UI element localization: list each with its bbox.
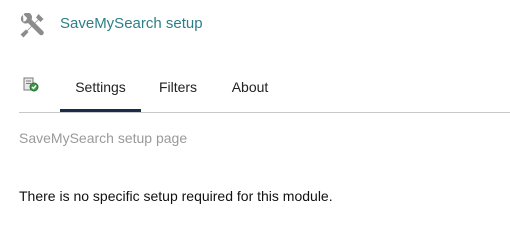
module-icon: [23, 77, 39, 93]
tab-bar: Settings Filters About: [0, 68, 510, 112]
tab-about[interactable]: About: [220, 68, 280, 112]
tools-icon: [19, 12, 45, 39]
page-title: SaveMySearch setup: [60, 15, 203, 32]
tab-settings[interactable]: Settings: [60, 68, 141, 112]
tabs-divider: [19, 112, 510, 113]
page-subtitle: SaveMySearch setup page: [19, 130, 188, 146]
tab-filters[interactable]: Filters: [148, 68, 208, 112]
setup-message: There is no specific setup required for …: [19, 188, 333, 204]
